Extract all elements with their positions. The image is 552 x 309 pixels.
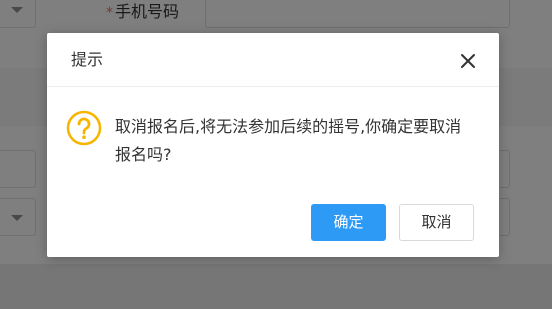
cancel-button[interactable]: 取消 [399, 204, 474, 241]
dialog-message: 取消报名后,将无法参加后续的摇号,你确定要取消报名吗? [115, 117, 462, 164]
confirm-dialog: 提示 取消报名后,将无法参加后续的摇号,你确定要取消报名吗? 确定 取消 [47, 33, 499, 257]
dialog-title: 提示 [71, 50, 104, 69]
close-icon [461, 54, 475, 68]
dialog-header: 提示 [47, 33, 499, 87]
close-button[interactable] [457, 50, 479, 72]
question-circle-icon [66, 110, 102, 146]
confirm-button[interactable]: 确定 [311, 204, 386, 241]
